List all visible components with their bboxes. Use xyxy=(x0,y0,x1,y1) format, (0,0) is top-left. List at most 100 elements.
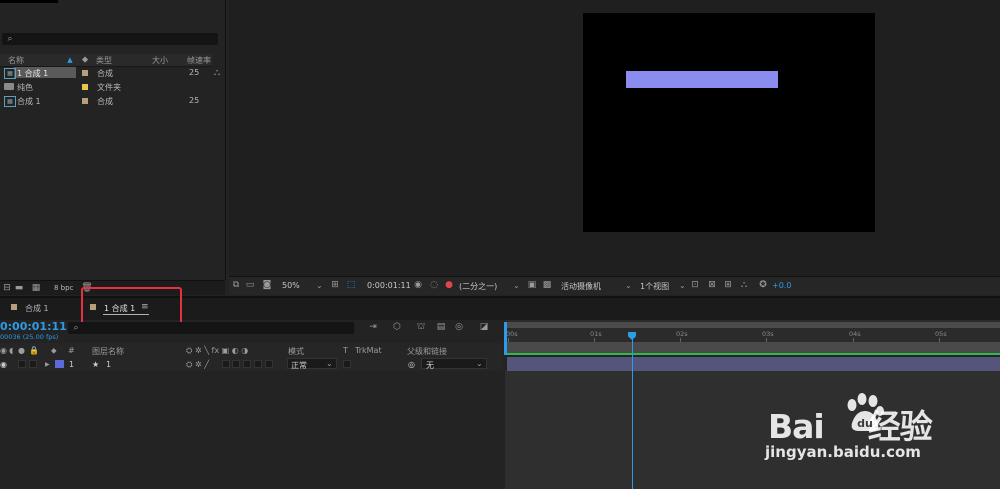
column-mode[interactable]: 模式 xyxy=(288,346,304,357)
lock-icon[interactable]: 🔒 xyxy=(29,346,39,355)
solo-icon[interactable]: ● xyxy=(18,346,25,355)
draft-3d-icon[interactable]: ⬡ xyxy=(391,322,403,333)
motion-blur-icon[interactable]: ◎ xyxy=(453,322,465,333)
toggle-pixel-aspect-icon[interactable]: ⊡ xyxy=(690,280,700,290)
comp-mini-flowchart-icon[interactable]: ⇥ xyxy=(367,322,379,333)
bpc-indicator[interactable]: 8 bpc xyxy=(54,284,73,292)
column-number[interactable]: # xyxy=(68,346,75,355)
frame-blending-icon[interactable]: ▤ xyxy=(435,322,447,333)
column-layer-name[interactable]: 图层名称 xyxy=(92,346,124,357)
column-name[interactable]: 名称 xyxy=(8,55,24,66)
layer-label-swatch[interactable] xyxy=(55,360,64,368)
ruler-label: 01s xyxy=(590,330,602,338)
playhead-line[interactable] xyxy=(632,332,633,489)
snapshot-camera-icon[interactable]: ◉ xyxy=(413,280,423,290)
eye-icon[interactable]: ◉ xyxy=(0,346,7,355)
safe-margins-icon[interactable]: ⊞ xyxy=(330,280,340,290)
column-t[interactable]: T xyxy=(343,346,348,355)
item-type: 合成 xyxy=(97,69,113,78)
timeline-search-input[interactable]: ⌕ xyxy=(68,322,354,334)
column-size[interactable]: 大小 xyxy=(152,55,168,66)
project-item[interactable]: ▦ 合成 1 合成 25 xyxy=(0,94,212,107)
flowchart-icon[interactable]: ⛬ xyxy=(739,280,749,290)
item-type: 合成 xyxy=(97,97,113,106)
switch-box[interactable] xyxy=(254,360,262,368)
work-area-bar[interactable] xyxy=(505,322,1000,328)
exposure-value[interactable]: +0.0 xyxy=(772,281,791,290)
tab-comp-1[interactable]: 合成 1 xyxy=(25,303,49,314)
column-type[interactable]: 类型 xyxy=(96,55,112,66)
layer-switches-icon[interactable]: ⛭ ✲ ╱ xyxy=(186,360,209,370)
timeline-timecode[interactable]: 0:00:01:11 xyxy=(0,320,67,333)
chevron-down-icon[interactable]: ⌄ xyxy=(513,281,520,290)
work-area-start-marker[interactable] xyxy=(504,322,507,355)
sort-up-icon[interactable]: ▲ xyxy=(66,56,74,64)
channel-icon[interactable]: ● xyxy=(444,280,454,290)
show-snapshot-icon[interactable]: ◌ xyxy=(429,280,439,290)
chevron-down-icon[interactable]: ⌄ xyxy=(625,281,632,290)
lock-toggle[interactable] xyxy=(29,360,37,368)
audio-icon[interactable]: ◖ xyxy=(9,346,13,355)
render-cache-bar xyxy=(505,353,1000,355)
switch-box[interactable] xyxy=(222,360,230,368)
monitor-icon[interactable]: ▭ xyxy=(245,280,255,290)
column-trkmat[interactable]: TrkMat xyxy=(355,346,382,355)
composition-canvas[interactable] xyxy=(583,13,875,232)
shy-layers-icon[interactable]: ⛫ xyxy=(415,322,427,333)
chevron-down-icon: ⌄ xyxy=(326,359,333,368)
label-swatch[interactable] xyxy=(82,98,88,104)
flowchart-icon[interactable]: ⛬ xyxy=(212,68,222,78)
solid-layer-shape[interactable] xyxy=(626,71,778,88)
zoom-dropdown[interactable]: 50% xyxy=(282,281,300,290)
column-parent[interactable]: 父级和链接 xyxy=(407,346,447,357)
fast-previews-icon[interactable]: ⊠ xyxy=(707,280,717,290)
svg-text:du: du xyxy=(857,417,873,430)
transparency-grid-icon[interactable]: ▩ xyxy=(542,280,552,290)
mask-visibility-icon[interactable]: ⬚ xyxy=(346,280,356,290)
ruler-label: 03s xyxy=(762,330,774,338)
new-composition-icon[interactable]: ▦ xyxy=(30,283,42,293)
current-time-display[interactable]: 0:00:01:11 xyxy=(367,281,411,290)
parent-pickwhip-icon[interactable]: ◎ xyxy=(408,360,415,369)
graph-editor-icon[interactable]: ◪ xyxy=(478,322,490,333)
timeline-icon[interactable]: ⊞ xyxy=(723,280,733,290)
new-folder-icon[interactable]: ▬ xyxy=(14,283,24,293)
parent-dropdown[interactable]: 无 ⌄ xyxy=(421,358,487,370)
composition-icon: ▦ xyxy=(4,68,16,79)
frame-rate-info: 00036 (25.00 fps) xyxy=(0,333,59,341)
interpret-footage-icon[interactable]: ⊟ xyxy=(2,283,12,293)
views-dropdown[interactable]: 1个视图 xyxy=(640,281,669,292)
project-item[interactable]: 纯色 文件夹 xyxy=(0,80,212,93)
chevron-down-icon[interactable]: ⌄ xyxy=(679,281,686,290)
project-search-input[interactable]: ⌕ xyxy=(2,33,218,45)
switch-box[interactable] xyxy=(243,360,251,368)
mode-dropdown[interactable]: 正常 ⌄ xyxy=(287,358,337,370)
camera-dropdown[interactable]: 活动摄像机 xyxy=(561,281,601,292)
switch-box[interactable] xyxy=(265,360,273,368)
resolution-dropdown[interactable]: (二分之一) xyxy=(459,281,497,292)
comp-duration-bar[interactable] xyxy=(505,342,1000,353)
layer-row[interactable]: ◉ ▶ 1 ★ 1 ⛭ ✲ ╱ 正常 ⌄ ◎ 无 ⌄ xyxy=(0,357,503,371)
label-tag-icon[interactable]: ⬥ xyxy=(80,55,90,65)
viewer-toolbar: ⧉ ▭ ◙ 50% ⌄ ⊞ ⬚ 0:00:01:11 ◉ ◌ ● (二分之一) … xyxy=(229,276,1000,295)
chevron-down-icon[interactable]: ⌄ xyxy=(316,281,323,290)
label-swatch[interactable] xyxy=(82,84,88,90)
switch-box[interactable] xyxy=(232,360,240,368)
region-of-interest-icon[interactable]: ▣ xyxy=(527,280,537,290)
eye-icon[interactable]: ◉ xyxy=(0,360,7,369)
layer-index: 1 xyxy=(69,360,75,369)
label-swatch[interactable] xyxy=(82,70,88,76)
switches-icon[interactable]: ⛭ ✲ ╲ fx ▣ ◐ ◑ xyxy=(186,346,248,356)
column-fps[interactable]: 帧速率 xyxy=(187,55,211,66)
solo-toggle[interactable] xyxy=(18,360,26,368)
layer-duration-bar[interactable] xyxy=(507,357,1000,371)
project-item[interactable]: ▦ 1 合成 1 合成 25 ⛬ xyxy=(0,66,220,79)
label-tag-icon[interactable]: ⬥ xyxy=(51,346,57,356)
expand-arrow-icon[interactable]: ▶ xyxy=(45,361,50,368)
layer-name[interactable]: 1 xyxy=(106,360,111,369)
preserve-transparency-toggle[interactable] xyxy=(343,360,351,368)
always-preview-icon[interactable]: ⧉ xyxy=(231,280,241,290)
vr-headset-icon[interactable]: ◙ xyxy=(261,280,273,290)
reset-exposure-icon[interactable]: ✪ xyxy=(758,280,768,290)
item-name: 合成 1 xyxy=(17,97,41,106)
